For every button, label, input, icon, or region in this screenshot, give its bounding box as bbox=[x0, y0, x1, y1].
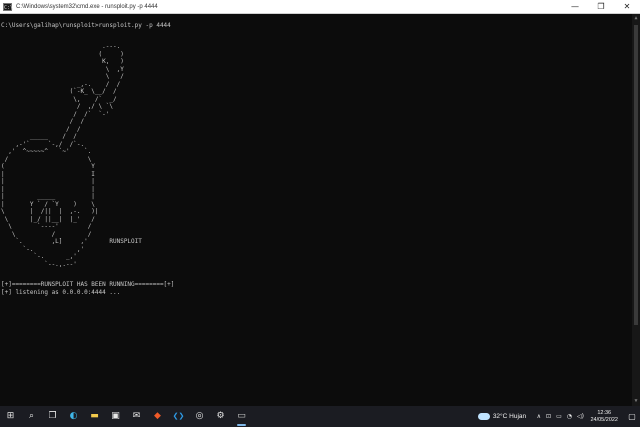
cloud-rain-icon bbox=[477, 413, 490, 420]
task-view-icon: ❐ bbox=[48, 411, 57, 421]
taskbar-mail[interactable]: ✉ bbox=[126, 406, 147, 427]
search-button[interactable]: ⌕ bbox=[21, 406, 42, 427]
console-output: [+]========RUNSPLOIT HAS BEEN RUNNING===… bbox=[1, 281, 174, 296]
store-bag-icon: ▣ bbox=[111, 411, 120, 421]
taskbar-vscode[interactable]: ❮❯ bbox=[168, 406, 189, 427]
window-title-bar[interactable]: C:\ C:\Windows\system32\cmd.exe - runspl… bbox=[0, 0, 640, 14]
weather-widget[interactable]: 32°C Hujan bbox=[477, 413, 527, 420]
taskbar-edge[interactable]: ◐ bbox=[63, 406, 84, 427]
wifi-icon[interactable]: ◔ bbox=[567, 413, 572, 420]
scrollbar-thumb[interactable] bbox=[634, 25, 638, 325]
taskbar-file-explorer[interactable]: ▬ bbox=[84, 406, 105, 427]
tray-icons: ∧ ⊡ ▭ ◔ ◁) bbox=[534, 413, 586, 420]
terminal-icon: ▭ bbox=[237, 411, 246, 421]
windows-logo-icon: ⊞ bbox=[6, 411, 15, 421]
task-view-button[interactable]: ❐ bbox=[42, 406, 63, 427]
command-line: C:\Users\galihap\runsploit>runsploit.py … bbox=[1, 22, 171, 29]
cmd-app-icon: C:\ bbox=[3, 2, 14, 11]
taskbar-terminal[interactable]: ▭ bbox=[231, 406, 252, 427]
mail-icon: ✉ bbox=[132, 411, 141, 421]
weather-condition: Hujan bbox=[509, 413, 527, 420]
brave-lion-icon: ◆ bbox=[154, 411, 161, 421]
start-button[interactable]: ⊞ bbox=[0, 406, 21, 427]
clock-date: 24/05/2022 bbox=[590, 416, 618, 423]
maximize-button[interactable]: ❐ bbox=[588, 0, 614, 13]
vscode-icon: ❮❯ bbox=[172, 412, 185, 420]
taskbar-browser[interactable]: ◎ bbox=[189, 406, 210, 427]
minimize-button[interactable]: — bbox=[562, 0, 588, 13]
clock[interactable]: 12:36 24/05/2022 bbox=[590, 410, 618, 424]
vertical-scrollbar[interactable]: ▲ ▼ bbox=[632, 14, 640, 406]
taskbar: ⊞ ⌕ ❐ ◐ ▬ ▣ ✉ ◆ ❮❯ ◎ ⚙ ▭ 32°C Hujan ∧ ⊡ … bbox=[0, 406, 640, 427]
console-area[interactable]: C:\Users\galihap\runsploit>runsploit.py … bbox=[0, 14, 632, 406]
weather-temperature: 32°C bbox=[492, 413, 508, 420]
volume-icon[interactable]: ◁) bbox=[577, 413, 584, 420]
system-tray: 32°C Hujan ∧ ⊡ ▭ ◔ ◁) 12:36 24/05/2022 ▢ bbox=[477, 406, 640, 427]
output-line-listening: [+] listening as 0.0.0.0:4444 ... bbox=[1, 288, 121, 296]
chevron-up-icon[interactable]: ∧ bbox=[537, 413, 541, 420]
taskbar-settings[interactable]: ⚙ bbox=[210, 406, 231, 427]
taskbar-store[interactable]: ▣ bbox=[105, 406, 126, 427]
gear-icon: ⚙ bbox=[216, 411, 225, 421]
edge-browser-icon: ◐ bbox=[69, 411, 78, 421]
battery-icon[interactable]: ▭ bbox=[556, 413, 562, 420]
close-button[interactable]: ✕ bbox=[614, 0, 640, 13]
notification-icon[interactable]: ▢ bbox=[624, 412, 640, 421]
clock-time: 12:36 bbox=[597, 409, 612, 416]
taskbar-brave[interactable]: ◆ bbox=[147, 406, 168, 427]
folder-icon: ▬ bbox=[90, 411, 99, 421]
search-icon: ⌕ bbox=[28, 411, 35, 421]
network-icon[interactable]: ⊡ bbox=[546, 413, 551, 420]
circle-browser-icon: ◎ bbox=[195, 411, 204, 421]
window-controls: — ❐ ✕ bbox=[562, 0, 640, 13]
scroll-up-icon[interactable]: ▲ bbox=[632, 14, 640, 23]
window-title: C:\Windows\system32\cmd.exe - runsploit.… bbox=[16, 3, 158, 10]
ascii-banner-art: .---. ( ) K, ) \ ,Y \ / _,-. / / (`-K_ \… bbox=[1, 43, 142, 268]
scroll-down-icon[interactable]: ▼ bbox=[632, 397, 640, 406]
output-line-running: [+]========RUNSPLOIT HAS BEEN RUNNING===… bbox=[1, 281, 175, 288]
